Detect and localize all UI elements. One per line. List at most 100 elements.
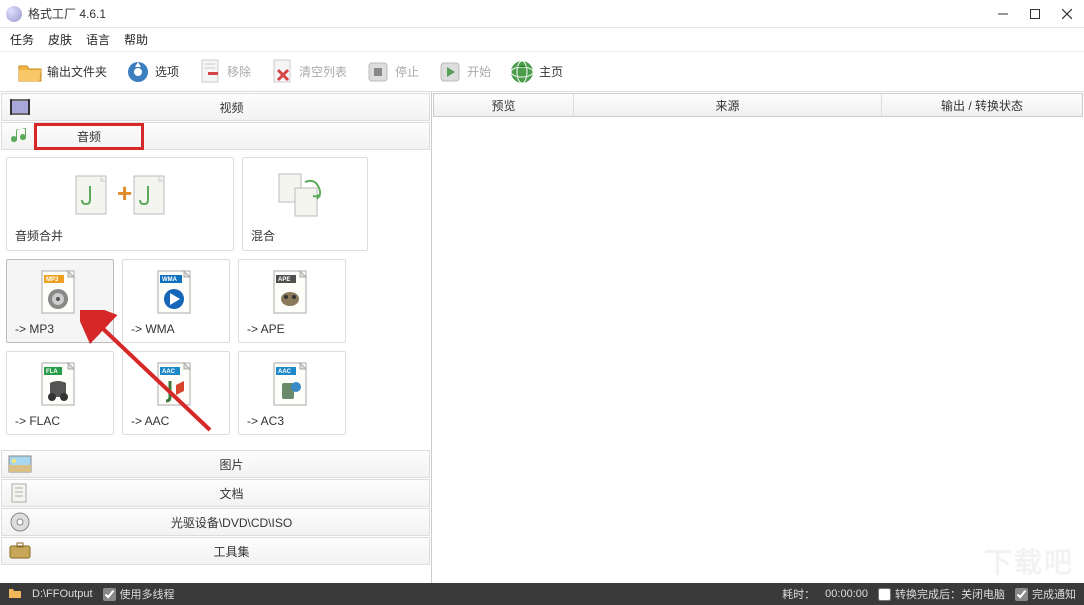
svg-text:WMA: WMA [162, 277, 178, 283]
notify-option[interactable]: 完成通知 [1015, 586, 1076, 602]
category-video-label: 视频 [34, 99, 429, 116]
tile-aac[interactable]: AAC -> AAC [122, 351, 230, 435]
tile-merge-label: 音频合并 [15, 227, 63, 244]
document-icon [6, 482, 34, 504]
category-audio[interactable]: 音频 [1, 122, 430, 150]
merge-icon: + [15, 164, 225, 225]
category-audio-label: 音频 [77, 130, 101, 144]
tile-mp3[interactable]: MP3 -> MP3 [6, 259, 114, 343]
tile-audio-mix[interactable]: 混合 [242, 157, 368, 251]
svg-text:APE: APE [278, 277, 290, 283]
status-folder-icon[interactable] [8, 587, 22, 601]
output-path[interactable]: D:\FFOutput [32, 588, 93, 600]
remove-icon [197, 59, 223, 85]
tile-ape[interactable]: APE -> APE [238, 259, 346, 343]
category-picture[interactable]: 图片 [1, 450, 430, 478]
audio-grid: + 音频合并 [0, 151, 431, 449]
wma-icon: WMA [131, 266, 221, 320]
multithread-option[interactable]: 使用多线程 [103, 586, 175, 602]
tile-ape-label: -> APE [247, 322, 285, 336]
category-optical[interactable]: 光驱设备\DVD\CD\ISO [1, 508, 430, 536]
menu-task[interactable]: 任务 [10, 31, 34, 48]
category-document[interactable]: 文档 [1, 479, 430, 507]
stop-label: 停止 [395, 63, 419, 80]
after-convert-option[interactable]: 转换完成后：关闭电脑 [878, 586, 1005, 602]
close-button[interactable] [1060, 7, 1074, 21]
after-convert-label: 转换完成后：关闭电脑 [895, 586, 1005, 602]
homepage-label: 主页 [539, 63, 563, 80]
clear-list-button[interactable]: 清空列表 [262, 56, 354, 88]
menu-language[interactable]: 语言 [86, 31, 110, 48]
col-preview[interactable]: 预览 [434, 94, 574, 116]
tile-mix-label: 混合 [251, 227, 275, 244]
notify-checkbox[interactable] [1015, 588, 1028, 601]
tile-aac-label: -> AAC [131, 414, 169, 428]
col-output-status[interactable]: 输出 / 转换状态 [882, 94, 1082, 116]
svg-text:FLA: FLA [46, 369, 58, 375]
aac-icon: AAC [131, 358, 221, 412]
clear-list-icon [269, 59, 295, 85]
folder-icon [17, 59, 43, 85]
flac-icon: FLA [15, 358, 105, 412]
titlebar: 格式工厂 4.6.1 [0, 0, 1084, 28]
statusbar: D:\FFOutput 使用多线程 耗时： 00:00:00 转换完成后：关闭电… [0, 583, 1084, 605]
svg-text:MP3: MP3 [46, 277, 59, 283]
table-header: 预览 来源 输出 / 转换状态 [433, 93, 1083, 117]
table-body[interactable] [432, 118, 1084, 583]
audio-icon [6, 125, 34, 147]
category-video[interactable]: 视频 [1, 93, 430, 121]
toolset-icon [6, 540, 34, 562]
ape-icon: APE [247, 266, 337, 320]
notify-label: 完成通知 [1032, 586, 1076, 602]
tile-ac3[interactable]: AAC -> AC3 [238, 351, 346, 435]
elapsed-label: 耗时： [782, 586, 815, 602]
content-pane: 预览 来源 输出 / 转换状态 [432, 92, 1084, 583]
stop-button[interactable]: 停止 [358, 56, 426, 88]
app-icon [6, 6, 22, 22]
menubar: 任务 皮肤 语言 帮助 [0, 28, 1084, 52]
mp3-icon: MP3 [15, 266, 105, 320]
tile-flac[interactable]: FLA -> FLAC [6, 351, 114, 435]
category-toolset-label: 工具集 [34, 543, 429, 560]
svg-text:AAC: AAC [162, 369, 176, 375]
tile-mp3-label: -> MP3 [15, 322, 54, 336]
svg-text:+: + [117, 178, 132, 208]
tile-flac-label: -> FLAC [15, 414, 60, 428]
multithread-checkbox[interactable] [103, 588, 116, 601]
category-toolset[interactable]: 工具集 [1, 537, 430, 565]
menu-skin[interactable]: 皮肤 [48, 31, 72, 48]
minimize-button[interactable] [996, 7, 1010, 21]
after-convert-checkbox[interactable] [878, 588, 891, 601]
start-button[interactable]: 开始 [430, 56, 498, 88]
window-controls [996, 7, 1078, 21]
svg-text:AAC: AAC [278, 369, 292, 375]
sidebar: 视频 音频 + [0, 92, 432, 583]
remove-button[interactable]: 移除 [190, 56, 258, 88]
tile-ac3-label: -> AC3 [247, 414, 284, 428]
picture-icon [6, 453, 34, 475]
menu-help[interactable]: 帮助 [124, 31, 148, 48]
col-source[interactable]: 来源 [574, 94, 882, 116]
globe-icon [509, 59, 535, 85]
category-picture-label: 图片 [34, 456, 429, 473]
output-folder-button[interactable]: 输出文件夹 [10, 56, 114, 88]
multithread-label: 使用多线程 [120, 586, 175, 602]
toolbar: 输出文件夹 选项 移除 清空列表 停止 开始 主页 [0, 52, 1084, 92]
homepage-button[interactable]: 主页 [502, 56, 570, 88]
window-title: 格式工厂 4.6.1 [28, 5, 106, 22]
remove-label: 移除 [227, 63, 251, 80]
output-folder-label: 输出文件夹 [47, 63, 107, 80]
main-area: 视频 音频 + [0, 92, 1084, 583]
elapsed-value: 00:00:00 [825, 588, 868, 600]
tile-wma[interactable]: WMA -> WMA [122, 259, 230, 343]
stop-icon [365, 59, 391, 85]
category-document-label: 文档 [34, 485, 429, 502]
ac3-icon: AAC [247, 358, 337, 412]
category-optical-label: 光驱设备\DVD\CD\ISO [34, 514, 429, 531]
start-icon [437, 59, 463, 85]
options-button[interactable]: 选项 [118, 56, 186, 88]
tile-audio-merge[interactable]: + 音频合并 [6, 157, 234, 251]
maximize-button[interactable] [1028, 7, 1042, 21]
mix-icon [251, 164, 359, 225]
clear-list-label: 清空列表 [299, 63, 347, 80]
